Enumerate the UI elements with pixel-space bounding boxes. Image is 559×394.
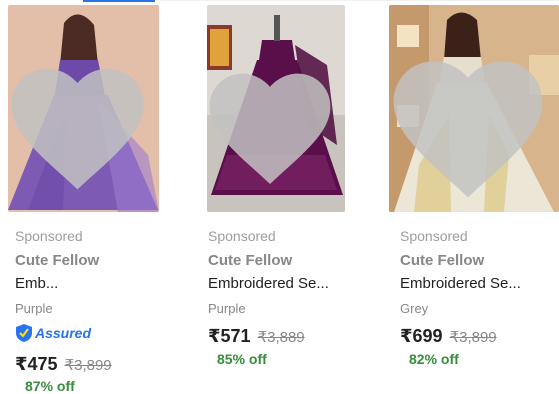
product-title[interactable]: Embroidered Se... [208, 275, 329, 292]
original-price: ₹3,889 [257, 329, 305, 346]
variant-color: Grey [400, 301, 429, 316]
discount-percent: 87% off [25, 378, 75, 394]
assured-label: Assured [35, 325, 92, 341]
assured-badge: Assured [15, 323, 91, 343]
product-card[interactable]: Sponsored Cute Fellow Embroidered Se... … [384, 0, 559, 394]
product-card[interactable]: Sponsored Cute Fellow Emb... Purple Assu… [0, 0, 182, 394]
original-price: ₹3,899 [64, 357, 112, 374]
original-price: ₹3,899 [449, 329, 497, 346]
assured-shield-icon [16, 324, 32, 342]
sponsored-label: Sponsored [208, 228, 276, 244]
selling-price: ₹475 [15, 354, 58, 374]
brand-name: Cute Fellow [400, 252, 485, 269]
variant-color: Purple [208, 301, 246, 316]
selling-price: ₹699 [400, 326, 443, 346]
variant-color: Purple [15, 301, 53, 316]
heart-icon[interactable] [207, 23, 339, 212]
selling-price: ₹571 [208, 326, 251, 346]
price-row: ₹699 ₹3,899 [400, 326, 497, 347]
product-title[interactable]: Embroidered Se... [400, 275, 521, 292]
sponsored-label: Sponsored [400, 228, 468, 244]
price-row: ₹571 ₹3,889 [208, 326, 305, 347]
product-card[interactable]: Sponsored Cute Fellow Embroidered Se... … [192, 0, 374, 394]
product-image[interactable] [8, 5, 159, 212]
discount-percent: 82% off [409, 351, 459, 367]
product-image[interactable] [207, 5, 345, 212]
discount-percent: 85% off [217, 351, 267, 367]
brand-name: Cute Fellow [208, 252, 293, 269]
brand-name: Cute Fellow [15, 252, 100, 269]
heart-icon[interactable] [389, 23, 553, 212]
product-title[interactable]: Emb... [15, 275, 58, 292]
product-image[interactable] [389, 5, 559, 212]
heart-icon[interactable] [8, 23, 153, 212]
sponsored-label: Sponsored [15, 228, 83, 244]
price-row: ₹475 ₹3,899 [15, 354, 112, 375]
